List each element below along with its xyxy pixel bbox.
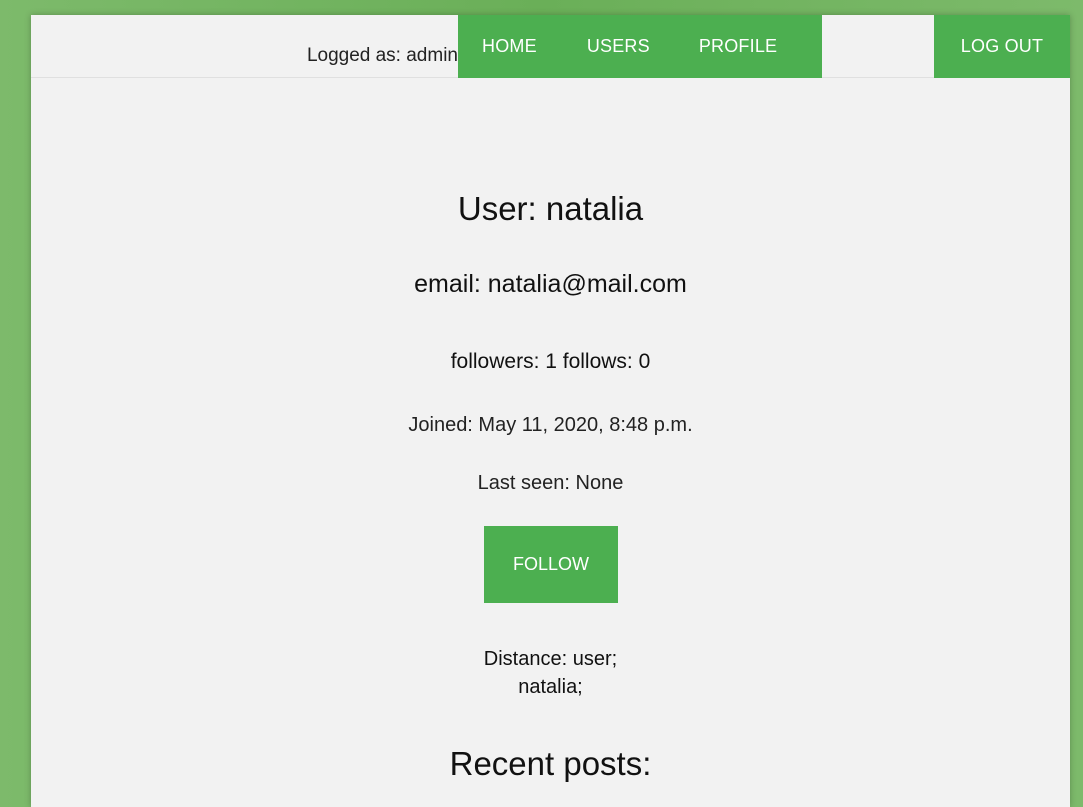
page-title: User: natalia (457, 190, 644, 227)
joined-date: Joined: May 11, 2020, 8:48 p.m. (408, 414, 693, 436)
logout-link[interactable]: LOG OUT (961, 36, 1043, 57)
follow-stats: followers: 1 follows: 0 (450, 350, 651, 373)
distance-line-1: Distance: user; (483, 648, 618, 670)
distance-info: Distance: user; natalia; (31, 645, 1070, 701)
logged-as-text: Logged as: admin (306, 45, 458, 66)
main-panel: Logged as: admin HOME USERS PROFILE LOG … (31, 15, 1070, 807)
user-email: email: natalia@mail.com (414, 270, 687, 298)
recent-posts-heading: Recent posts: (449, 745, 652, 782)
nav-users-link[interactable]: USERS (587, 36, 650, 57)
distance-line-2: natalia; (518, 676, 583, 698)
main-nav: HOME USERS PROFILE (458, 15, 822, 78)
nav-profile-link[interactable]: PROFILE (699, 36, 777, 57)
follow-button[interactable]: FOLLOW (484, 526, 618, 603)
last-seen: Last seen: None (477, 472, 624, 494)
logout-container: LOG OUT (934, 15, 1070, 78)
nav-home-link[interactable]: HOME (482, 36, 537, 57)
top-bar: Logged as: admin HOME USERS PROFILE LOG … (31, 15, 1070, 78)
